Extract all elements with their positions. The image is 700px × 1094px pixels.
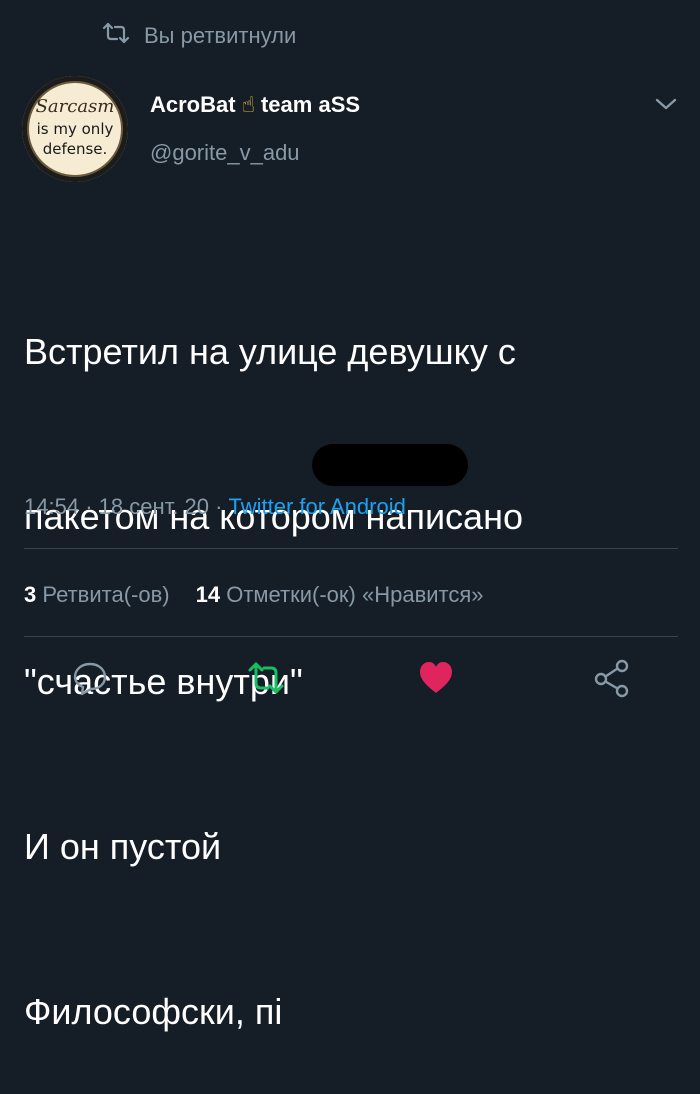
tweet-actions	[0, 656, 700, 712]
retweets-stat[interactable]: 3 Ретвита(-ов)	[24, 582, 170, 608]
avatar-text-3: defense.	[43, 140, 108, 158]
pointing-hand-emoji: ☝	[241, 92, 255, 117]
tweet-line: Философски, пі	[24, 991, 283, 1032]
chevron-down-icon[interactable]	[654, 96, 678, 112]
avatar-text-1: Sarcasm	[36, 96, 115, 117]
tweet-meta: 14:54 · 18 сент. 20 · Twitter for Androi…	[24, 494, 406, 520]
retweets-count: 3	[24, 582, 37, 607]
divider	[24, 636, 678, 637]
redaction-blot	[312, 444, 468, 486]
tweet-line: Встретил на улице девушку с	[24, 331, 516, 372]
avatar-text-2: is my only	[37, 120, 114, 138]
likes-count: 14	[195, 582, 221, 607]
author-name-suffix: team aSS	[260, 92, 361, 117]
author-display-name: AcroBat	[150, 92, 236, 117]
retweet-context-label: Вы ретвитнули	[144, 23, 297, 48]
tweet-date: 18 сент. 20	[98, 494, 209, 519]
retweet-icon	[102, 22, 130, 50]
tweet-line: И он пустой	[24, 826, 222, 867]
likes-label: Отметки(-ок) «Нравится»	[226, 582, 484, 607]
meta-separator: ·	[215, 494, 223, 519]
tweet-stats: 3 Ретвита(-ов) 14 Отметки(-ок) «Нравится…	[24, 582, 484, 608]
retweet-context: Вы ретвитнули	[102, 22, 296, 50]
author-name[interactable]: AcroBat ☝ team aSS	[150, 92, 360, 118]
tweet-source-link[interactable]: Twitter for Android	[229, 494, 406, 519]
retweet-button-icon[interactable]	[244, 656, 288, 700]
reply-icon[interactable]	[68, 656, 112, 700]
like-icon[interactable]	[414, 656, 458, 700]
avatar[interactable]: Sarcasm is my only defense.	[22, 76, 128, 182]
tweet-time: 14:54	[24, 494, 80, 519]
retweets-label: Ретвита(-ов)	[42, 582, 170, 607]
author-handle[interactable]: @gorite_v_adu	[150, 140, 300, 166]
likes-stat[interactable]: 14 Отметки(-ок) «Нравится»	[196, 582, 484, 608]
tweet-text: Встретил на улице девушку с пакетом на к…	[24, 214, 684, 1094]
divider	[24, 548, 678, 549]
share-icon[interactable]	[590, 656, 634, 700]
meta-separator: ·	[85, 494, 93, 519]
